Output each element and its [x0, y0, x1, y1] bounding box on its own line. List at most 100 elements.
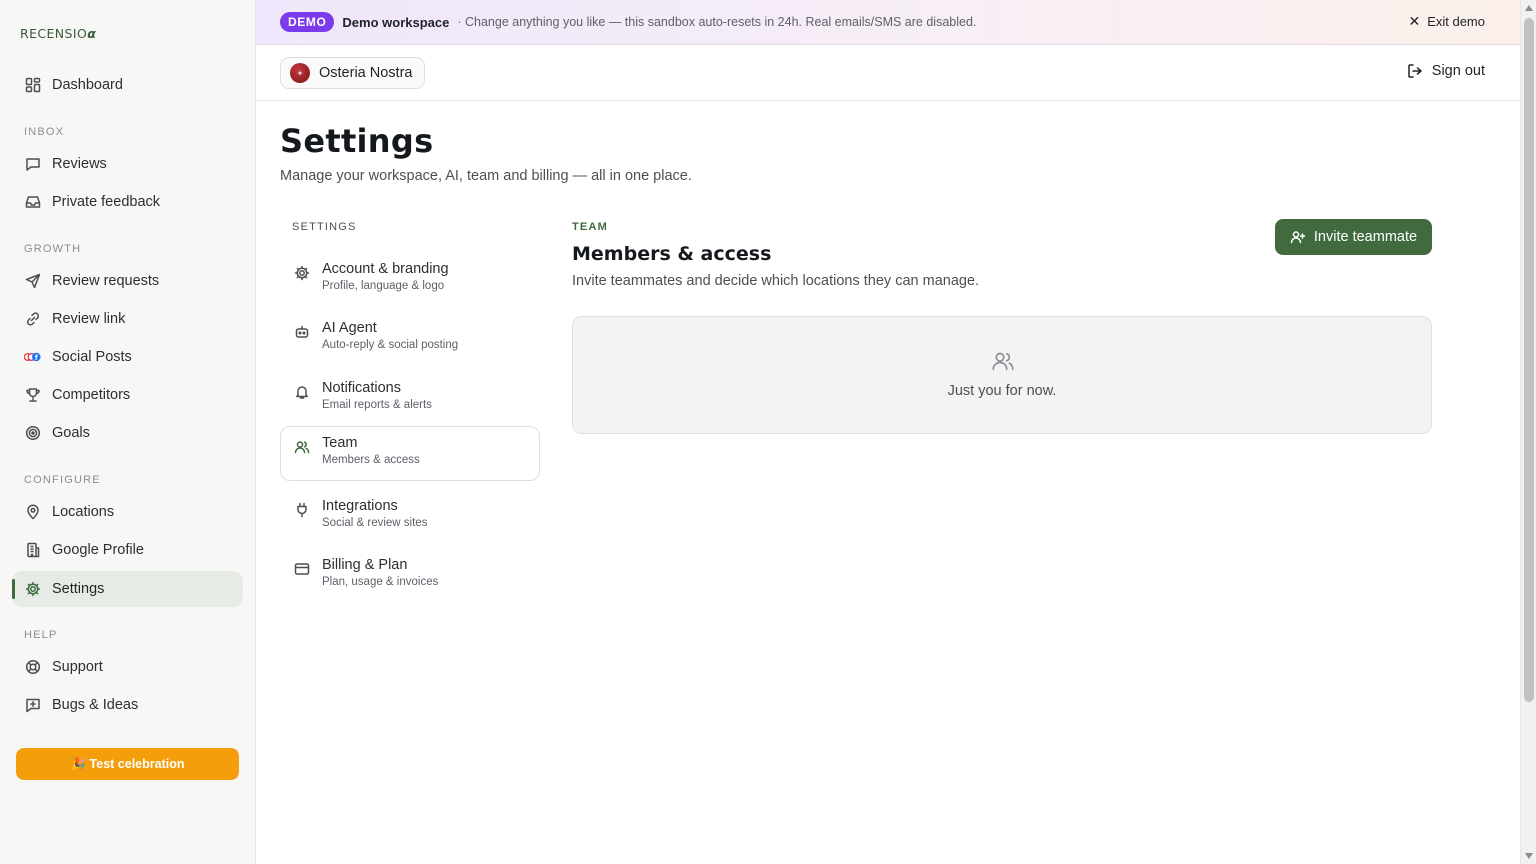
bell-icon [293, 383, 310, 400]
sidebar-item-label: Settings [52, 581, 105, 597]
demo-note: · Change anything you like — this sandbo… [457, 15, 977, 29]
sidebar-item-label: Support [52, 659, 103, 675]
invite-teammate-button[interactable]: Invite teammate [1275, 219, 1432, 255]
inbox-icon [24, 194, 41, 211]
sidebar-item-label: Google Profile [52, 542, 144, 558]
scroll-up-arrow[interactable] [1525, 5, 1533, 11]
credit-card-icon [293, 560, 310, 577]
sidebar-item-support[interactable]: Support [12, 649, 243, 685]
demo-badge: DEMO [280, 12, 335, 32]
sidebar-item-label: Bugs & Ideas [52, 697, 139, 713]
settings-item-title: Billing & Plan [322, 557, 408, 573]
settings-item-title: Notifications [322, 380, 401, 396]
message-plus-icon [24, 697, 41, 714]
settings-item-subtitle: Auto-reply & social posting [322, 339, 459, 351]
sidebar: RECENSIOα Dashboard INBOX Reviews Privat… [0, 0, 256, 864]
invite-teammate-label: Invite teammate [1313, 229, 1418, 245]
sidebar-item-bugs-ideas[interactable]: Bugs & Ideas [12, 687, 243, 723]
target-icon [24, 425, 41, 442]
test-celebration-button[interactable]: 🎉 Test celebration [16, 748, 239, 780]
map-pin-icon [24, 504, 41, 521]
scrollbar-thumb[interactable] [1524, 18, 1534, 702]
section-title: Members & access [572, 243, 772, 265]
sidebar-item-label: Review link [52, 311, 126, 327]
settings-item-subtitle: Plan, usage & invoices [322, 576, 439, 588]
user-plus-icon [1290, 229, 1306, 245]
users-icon [293, 438, 310, 455]
brand-glyph: α [87, 26, 97, 41]
settings-item-subtitle: Members & access [322, 454, 420, 466]
location-switcher[interactable]: ✦ Osteria Nostra [280, 57, 425, 89]
top-bar: ✦ Osteria Nostra Sign out [256, 45, 1520, 101]
sidebar-item-label: Review requests [52, 273, 160, 289]
trophy-icon [24, 387, 41, 404]
demo-banner: DEMO Demo workspace · Change anything yo… [256, 0, 1520, 45]
empty-state-text: Just you for now. [947, 383, 1057, 399]
dashboard-icon [24, 77, 41, 94]
settings-item-integrations[interactable]: Integrations Social & review sites [280, 489, 540, 544]
sidebar-item-label: Goals [52, 425, 90, 441]
settings-item-title: AI Agent [322, 320, 377, 336]
sign-out-label: Sign out [1431, 63, 1485, 79]
demo-workspace-label: Demo workspace [342, 14, 450, 30]
sidebar-item-social-posts[interactable]: f Social Posts [12, 339, 243, 375]
sidebar-item-review-requests[interactable]: Review requests [12, 263, 243, 299]
brand-name: RECENSIO [20, 26, 88, 41]
exit-demo-label: Exit demo [1427, 14, 1485, 29]
gear-icon [24, 581, 41, 598]
building-icon [24, 542, 41, 559]
settings-item-account-branding[interactable]: Account & branding Profile, language & l… [280, 252, 540, 307]
sidebar-item-competitors[interactable]: Competitors [12, 377, 243, 413]
link-icon [24, 311, 41, 328]
users-icon [991, 349, 1015, 373]
section-inbox: INBOX [24, 126, 65, 138]
page-scrollbar[interactable] [1520, 0, 1536, 864]
svg-text:f: f [35, 354, 38, 362]
scroll-down-arrow[interactable] [1525, 853, 1533, 859]
sidebar-item-label: Competitors [52, 387, 131, 403]
settings-item-subtitle: Email reports & alerts [322, 399, 432, 411]
settings-item-title: Account & branding [322, 261, 449, 277]
sidebar-item-locations[interactable]: Locations [12, 494, 243, 530]
sidebar-item-label: Dashboard [52, 77, 123, 93]
location-name: Osteria Nostra [319, 65, 413, 81]
settings-item-ai-agent[interactable]: AI Agent Auto-reply & social posting [280, 311, 540, 366]
plug-icon [293, 501, 310, 518]
settings-item-title: Team [322, 435, 358, 451]
settings-item-notifications[interactable]: Notifications Email reports & alerts [280, 371, 540, 426]
sidebar-item-label: Locations [52, 504, 115, 520]
lifebuoy-icon [24, 659, 41, 676]
section-growth: GROWTH [24, 243, 82, 255]
settings-item-billing-plan[interactable]: Billing & Plan Plan, usage & invoices [280, 548, 540, 603]
section-configure: CONFIGURE [24, 474, 101, 486]
settings-item-subtitle: Social & review sites [322, 517, 428, 529]
message-icon [24, 156, 41, 173]
settings-item-subtitle: Profile, language & logo [322, 280, 445, 292]
sidebar-item-private-feedback[interactable]: Private feedback [12, 184, 243, 220]
sidebar-item-label: Reviews [52, 156, 107, 172]
sidebar-item-google-profile[interactable]: Google Profile [12, 532, 243, 568]
logout-icon [1407, 63, 1423, 79]
social-icons: f [24, 349, 41, 366]
sign-out-button[interactable]: Sign out [1407, 63, 1485, 79]
close-icon: ✕ [1408, 13, 1421, 29]
settings-item-title: Integrations [322, 498, 398, 514]
sidebar-item-reviews[interactable]: Reviews [12, 146, 243, 182]
sidebar-item-label: Private feedback [52, 194, 161, 210]
sidebar-item-label: Social Posts [52, 349, 132, 365]
bot-icon [293, 323, 310, 340]
page-subtitle: Manage your workspace, AI, team and bill… [280, 168, 692, 184]
page-title: Settings [280, 122, 434, 160]
sidebar-item-review-link[interactable]: Review link [12, 301, 243, 337]
section-eyebrow: TEAM [572, 221, 608, 233]
team-empty-state: Just you for now. [572, 316, 1432, 434]
exit-demo-button[interactable]: ✕ Exit demo [1408, 13, 1485, 30]
section-help: HELP [24, 629, 58, 641]
brand-logo[interactable]: RECENSIOα [20, 26, 96, 41]
sidebar-item-dashboard[interactable]: Dashboard [12, 67, 243, 103]
settings-nav-label: SETTINGS [292, 221, 357, 233]
sidebar-item-settings[interactable]: Settings [12, 571, 243, 607]
settings-item-team[interactable]: Team Members & access [280, 426, 540, 481]
send-icon [24, 273, 41, 290]
sidebar-item-goals[interactable]: Goals [12, 415, 243, 451]
